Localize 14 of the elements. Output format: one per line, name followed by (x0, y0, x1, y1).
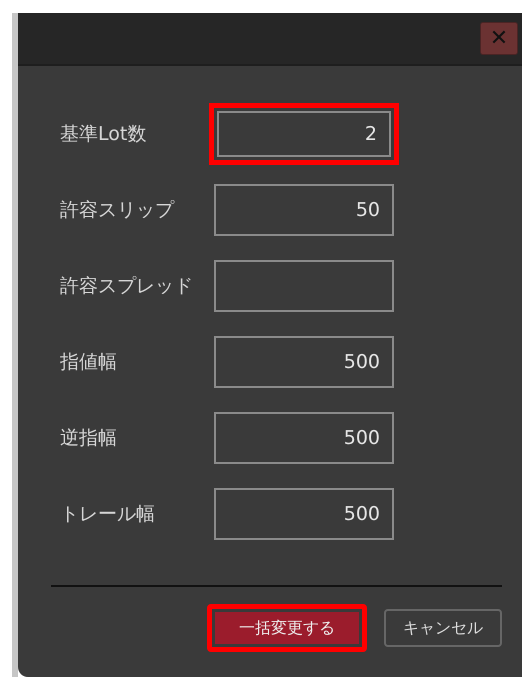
field-label: 基準Lot数 (60, 122, 148, 147)
field-label: 逆指幅 (60, 426, 118, 451)
input-field[interactable]: 2 (209, 103, 399, 165)
cancel-button[interactable]: キャンセル (384, 609, 502, 647)
input-field[interactable]: 500 (214, 488, 394, 540)
field-label: 許容スリップ (60, 198, 176, 223)
input-field[interactable]: 500 (214, 412, 394, 464)
input-field[interactable]: 50 (214, 184, 394, 236)
apply-button[interactable]: 一括変更する (207, 604, 367, 652)
input-field[interactable]: 500 (214, 336, 394, 388)
field-label: トレール幅 (60, 502, 156, 527)
field-label: 許容スプレッド (60, 274, 194, 299)
field-label: 指値幅 (60, 350, 118, 375)
input-field[interactable] (214, 260, 394, 312)
